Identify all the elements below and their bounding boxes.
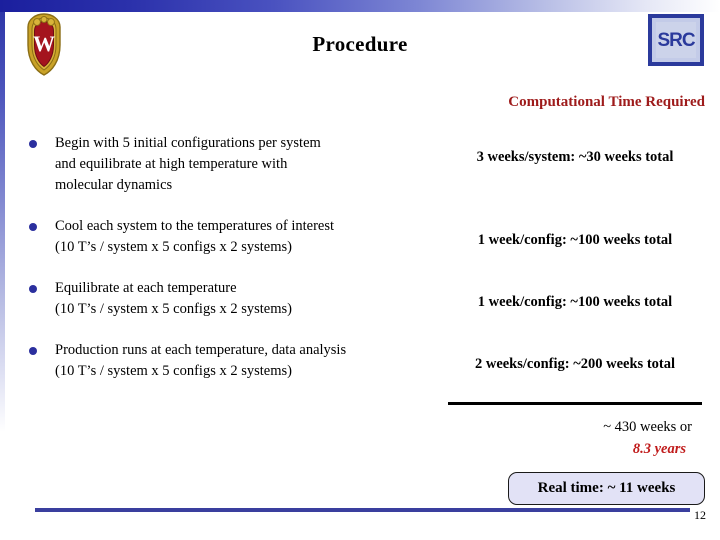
bullet-icon <box>29 223 37 231</box>
row-line-3: molecular dynamics <box>55 177 173 193</box>
realtime-callout-box: Real time: ~ 11 weeks <box>508 472 705 505</box>
bullet-icon <box>29 285 37 293</box>
row-line-1: Cool each system to the temperatures of … <box>55 218 335 234</box>
row-description: Production runs at each temperature, dat… <box>0 340 430 382</box>
row-description: Begin with 5 initial configurations per … <box>0 133 430 196</box>
page-title: Procedure <box>312 32 408 56</box>
row-time-estimate: 1 week/config: ~100 weeks total <box>477 232 673 248</box>
total-years-label: 8.3 years <box>632 441 686 457</box>
table-row: Begin with 5 initial configurations per … <box>0 133 720 196</box>
realtime-label: Real time: ~ 11 weeks <box>537 480 676 496</box>
total-weeks-label: ~ 430 weeks or <box>603 419 692 435</box>
row-line-2: and equilibrate at high temperature with <box>55 156 288 172</box>
row-time-estimate: 2 weeks/config: ~200 weeks total <box>474 356 676 372</box>
row-text: Cool each system to the temperatures of … <box>28 216 430 258</box>
page-number: 12 <box>694 508 706 522</box>
row-line-1: Begin with 5 initial configurations per … <box>55 135 321 151</box>
bullet-icon <box>29 140 37 148</box>
top-gradient-bar <box>0 0 720 12</box>
row-line-1: Production runs at each temperature, dat… <box>55 342 347 358</box>
row-text: Equilibrate at each temperature (10 T’s … <box>28 278 430 320</box>
row-line-1: Equilibrate at each temperature <box>55 280 237 296</box>
bullet-icon <box>29 347 37 355</box>
row-time-estimate: 1 week/config: ~100 weeks total <box>477 294 673 310</box>
row-time-estimate: 3 weeks/system: ~30 weeks total <box>476 149 674 165</box>
row-description: Cool each system to the temperatures of … <box>0 216 430 258</box>
table-row: Equilibrate at each temperature (10 T’s … <box>0 278 720 320</box>
row-line-2: (10 T’s / system x 5 configs x 2 systems… <box>55 363 292 379</box>
row-text: Begin with 5 initial configurations per … <box>28 133 430 196</box>
totals-divider <box>448 402 702 405</box>
row-description: Equilibrate at each temperature (10 T’s … <box>0 278 430 320</box>
procedure-rows: Begin with 5 initial configurations per … <box>0 133 720 402</box>
row-text: Production runs at each temperature, dat… <box>28 340 430 382</box>
footer-divider <box>35 508 690 512</box>
row-line-2: (10 T’s / system x 5 configs x 2 systems… <box>55 239 292 255</box>
table-row: Cool each system to the temperatures of … <box>0 216 720 258</box>
table-row: Production runs at each temperature, dat… <box>0 340 720 382</box>
slide-canvas: W SRC Procedure Computational Time Requi… <box>0 0 720 540</box>
row-line-2: (10 T’s / system x 5 configs x 2 systems… <box>55 301 292 317</box>
column-heading-computational-time: Computational Time Required <box>508 94 705 110</box>
